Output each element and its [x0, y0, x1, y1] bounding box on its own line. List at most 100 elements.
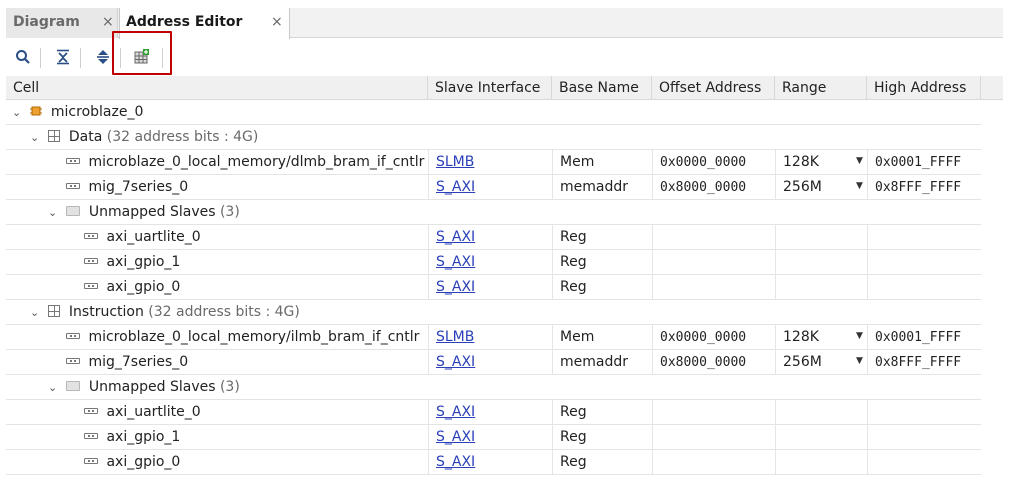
range-cell[interactable]: 256M ▼ [775, 175, 867, 199]
close-icon[interactable]: × [102, 14, 114, 30]
range-value: 128K [783, 154, 819, 170]
cell-label: axi_gpio_1 [106, 429, 181, 445]
highlight-box [112, 31, 172, 75]
slave-interface-link[interactable]: S_AXI [436, 179, 475, 195]
dropdown-arrow-icon[interactable]: ▼ [856, 156, 863, 166]
cell-label: Instruction [68, 304, 144, 320]
cell-name: mig_7series_0 [6, 175, 428, 199]
base-name-cell: Reg [552, 275, 652, 299]
cell-label: axi_gpio_0 [106, 454, 181, 470]
dropdown-arrow-icon[interactable]: ▼ [856, 181, 863, 191]
cell-label: Unmapped Slaves [88, 204, 216, 220]
table-row[interactable]: axi_gpio_1 S_AXI Reg [6, 425, 981, 450]
offset-address-cell[interactable]: 0x0000_0000 [652, 150, 775, 174]
range-cell[interactable] [775, 250, 867, 274]
offset-address-cell[interactable] [652, 450, 775, 474]
range-cell[interactable] [775, 425, 867, 449]
range-cell[interactable]: 128K ▼ [775, 325, 867, 349]
search-icon[interactable] [12, 46, 34, 68]
table-row[interactable]: ⌄ Unmapped Slaves (3) [6, 375, 981, 400]
column-header-slave-interface[interactable]: Slave Interface [428, 76, 552, 100]
table-row[interactable]: axi_uartlite_0 S_AXI Reg [6, 225, 981, 250]
address-space-icon [48, 129, 61, 142]
offset-address-cell[interactable] [652, 400, 775, 424]
offset-address-cell[interactable] [652, 250, 775, 274]
base-name-cell: Reg [552, 450, 652, 474]
high-address-cell [867, 250, 981, 274]
slave-icon [66, 332, 80, 339]
table-row[interactable]: axi_gpio_0 S_AXI Reg [6, 450, 981, 475]
slave-interface-link[interactable]: SLMB [436, 329, 474, 345]
offset-address-cell[interactable] [652, 275, 775, 299]
slave-interface-cell: S_AXI [428, 400, 552, 424]
dropdown-arrow-icon[interactable]: ▼ [856, 331, 863, 341]
slave-interface-cell: S_AXI [428, 425, 552, 449]
high-address-cell [867, 425, 981, 449]
dropdown-arrow-icon[interactable]: ▼ [856, 356, 863, 366]
cell-label: mig_7series_0 [88, 179, 189, 195]
collapse-all-icon[interactable] [52, 46, 74, 68]
cell-name: axi_gpio_0 [6, 450, 428, 474]
offset-address-cell[interactable] [652, 225, 775, 249]
table-row[interactable]: ⌄ microblaze_0 [6, 100, 981, 125]
range-cell[interactable] [775, 275, 867, 299]
column-header-cell[interactable]: Cell [6, 76, 428, 100]
table-row[interactable]: axi_gpio_1 S_AXI Reg [6, 250, 981, 275]
range-cell[interactable] [775, 225, 867, 249]
close-icon[interactable]: × [271, 14, 283, 30]
slave-interface-link[interactable]: S_AXI [436, 404, 475, 420]
slave-interface-link[interactable]: S_AXI [436, 429, 475, 445]
slave-interface-link[interactable]: S_AXI [436, 254, 475, 270]
table-row[interactable]: microblaze_0_local_memory/ilmb_bram_if_c… [6, 325, 981, 350]
folder-icon [66, 380, 81, 391]
cell-label: Unmapped Slaves [88, 379, 216, 395]
tab-address-editor-label: Address Editor [126, 14, 243, 30]
range-cell[interactable]: 128K ▼ [775, 150, 867, 174]
table-row[interactable]: axi_uartlite_0 S_AXI Reg [6, 400, 981, 425]
expand-all-icon[interactable] [92, 46, 114, 68]
base-name-cell: Mem [552, 150, 652, 174]
toolbar-separator [40, 48, 41, 68]
toolbar [6, 31, 1003, 76]
chevron-down-icon[interactable]: ⌄ [12, 106, 26, 119]
table-row[interactable]: mig_7series_0 S_AXI memaddr 0x8000_0000 … [6, 175, 981, 200]
cell-label: microblaze_0_local_memory/ilmb_bram_if_c… [88, 329, 420, 345]
table-row[interactable]: ⌄ Unmapped Slaves (3) [6, 200, 981, 225]
cell-name: ⌄ microblaze_0 [6, 100, 428, 124]
slave-icon [66, 357, 80, 364]
slave-interface-link[interactable]: S_AXI [436, 229, 475, 245]
chevron-down-icon[interactable]: ⌄ [48, 206, 62, 219]
chevron-down-icon[interactable]: ⌄ [30, 306, 44, 319]
slave-icon [84, 407, 98, 414]
range-cell[interactable]: 256M ▼ [775, 350, 867, 374]
offset-address-cell[interactable]: 0x8000_0000 [652, 350, 775, 374]
slave-interface-cell: SLMB [428, 150, 552, 174]
high-address-cell [867, 400, 981, 424]
table-row[interactable]: mig_7series_0 S_AXI memaddr 0x8000_0000 … [6, 350, 981, 375]
base-name-cell: Reg [552, 425, 652, 449]
slave-interface-link[interactable]: S_AXI [436, 454, 475, 470]
table-row[interactable]: microblaze_0_local_memory/dlmb_bram_if_c… [6, 150, 981, 175]
slave-interface-link[interactable]: S_AXI [436, 354, 475, 370]
table-row[interactable]: ⌄ Instruction (32 address bits : 4G) [6, 300, 981, 325]
cell-name: ⌄ Instruction (32 address bits : 4G) [6, 300, 428, 324]
table-row[interactable]: ⌄ Data (32 address bits : 4G) [6, 125, 981, 150]
column-header-offset-address[interactable]: Offset Address [652, 76, 775, 100]
column-header-base-name[interactable]: Base Name [552, 76, 652, 100]
cell-label: microblaze_0_local_memory/dlmb_bram_if_c… [88, 154, 425, 170]
slave-interface-link[interactable]: S_AXI [436, 279, 475, 295]
offset-address-cell[interactable]: 0x0000_0000 [652, 325, 775, 349]
chevron-down-icon[interactable]: ⌄ [48, 381, 62, 394]
range-cell[interactable] [775, 400, 867, 424]
slave-interface-link[interactable]: SLMB [436, 154, 474, 170]
base-name-cell: memaddr [552, 175, 652, 199]
chevron-down-icon[interactable]: ⌄ [30, 131, 44, 144]
offset-address-cell[interactable] [652, 425, 775, 449]
cell-detail: (32 address bits : 4G) [106, 129, 259, 145]
column-header-range[interactable]: Range [775, 76, 867, 100]
offset-address-cell[interactable]: 0x8000_0000 [652, 175, 775, 199]
range-cell[interactable] [775, 450, 867, 474]
column-header-high-address[interactable]: High Address [867, 76, 981, 100]
table-row[interactable]: axi_gpio_0 S_AXI Reg [6, 275, 981, 300]
tab-diagram[interactable]: Diagram × [6, 8, 118, 38]
